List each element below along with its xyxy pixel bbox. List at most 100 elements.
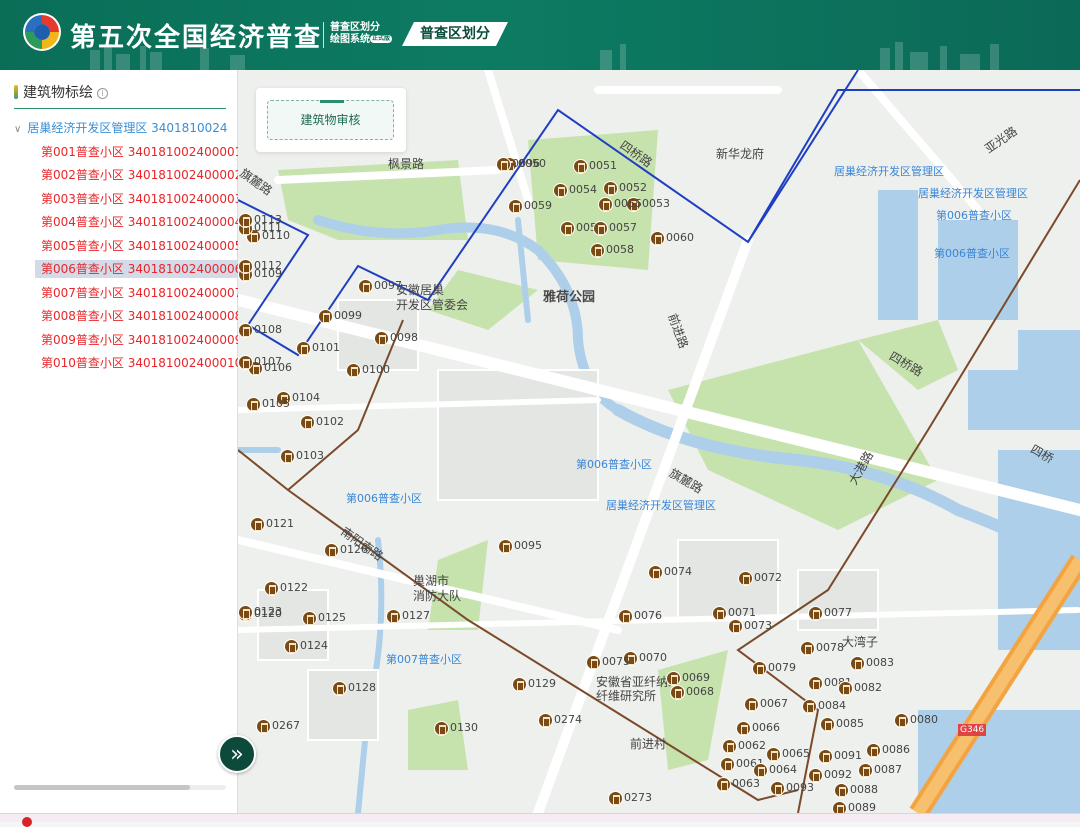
chevron-down-icon[interactable]: ∨ <box>14 124 21 135</box>
building-icon <box>820 716 835 732</box>
building-marker-0105[interactable]: 0105 <box>246 396 290 412</box>
building-id-label: 0077 <box>824 606 852 619</box>
place-label-fire-brigade-2: 消防大队 <box>413 589 462 603</box>
tree-item-007[interactable]: 第007普查小区 340181002400007 <box>41 284 242 302</box>
building-marker-0057[interactable]: 0057 <box>593 220 637 236</box>
building-marker-0072[interactable]: 0072 <box>738 570 782 586</box>
building-id-label: 0274 <box>554 713 582 726</box>
building-marker-0063[interactable]: 0063 <box>716 776 760 792</box>
building-marker-0077[interactable]: 0077 <box>808 605 852 621</box>
building-marker-0082[interactable]: 0082 <box>838 680 882 696</box>
building-marker-0089[interactable]: 0089 <box>832 800 876 813</box>
building-marker-0052[interactable]: 0052 <box>603 180 647 196</box>
building-audit-button[interactable]: 建筑物审核 <box>267 100 394 140</box>
building-marker-0129[interactable]: 0129 <box>512 676 556 692</box>
app-title: 第五次全国经济普查 <box>70 23 323 53</box>
building-marker-0055[interactable]: 0055 <box>598 196 642 212</box>
building-marker-0127[interactable]: 0127 <box>386 608 430 624</box>
tree-item-003[interactable]: 第003普查小区 340181002400003 <box>41 190 242 208</box>
building-marker-0107[interactable]: 0107 <box>238 354 282 370</box>
building-marker-0062[interactable]: 0062 <box>722 738 766 754</box>
building-icon <box>728 618 743 634</box>
building-marker-0079[interactable]: 0079 <box>752 660 796 676</box>
building-id-label: 0099 <box>334 309 362 322</box>
building-marker-0069[interactable]: 0069 <box>666 670 710 686</box>
building-marker-0101[interactable]: 0101 <box>296 340 340 356</box>
building-marker-0097[interactable]: 0097 <box>358 278 402 294</box>
tree-item-009[interactable]: 第009普查小区 340181002400009 <box>41 331 242 349</box>
building-marker-0080[interactable]: 0080 <box>894 712 938 728</box>
tree-root-node[interactable]: ∨ 居巢经济开发区管理区 340181002400 <box>14 119 228 136</box>
building-marker-0087[interactable]: 0087 <box>858 762 902 778</box>
building-marker-0122[interactable]: 0122 <box>264 580 308 596</box>
tree-item-001[interactable]: 第001普查小区 340181002400001 <box>41 143 242 161</box>
building-marker-0124[interactable]: 0124 <box>284 638 328 654</box>
building-marker-0274[interactable]: 0274 <box>538 712 582 728</box>
building-marker-0102[interactable]: 0102 <box>300 414 344 430</box>
building-marker-0059[interactable]: 0059 <box>508 198 552 214</box>
building-marker-0066[interactable]: 0066 <box>736 720 780 736</box>
subtitle-line1: 普查区划分 <box>330 22 380 33</box>
app-header: 第五次全国经济普查 普查区划分 绘图系统 正式版 普查区划分 <box>0 0 1080 70</box>
building-marker-0096[interactable]: 0096 <box>496 156 540 172</box>
building-id-label: 0107 <box>254 355 282 368</box>
building-id-label: 0051 <box>589 159 617 172</box>
building-id-label: 0083 <box>866 656 894 669</box>
building-marker-0100[interactable]: 0100 <box>346 362 390 378</box>
building-marker-0091[interactable]: 0091 <box>818 748 862 764</box>
tree-item-010[interactable]: 第010普查小区 340181002400010 <box>41 354 242 372</box>
building-icon <box>296 340 311 356</box>
building-marker-0086[interactable]: 0086 <box>866 742 910 758</box>
building-marker-0084[interactable]: 0084 <box>802 698 846 714</box>
building-marker-0065[interactable]: 0065 <box>766 746 810 762</box>
tree-item-005[interactable]: 第005普查小区 340181002400005 <box>41 237 242 255</box>
building-marker-0085[interactable]: 0085 <box>820 716 864 732</box>
tree-item-006-selected[interactable]: 第006普查小区 340181002400006 <box>35 260 247 278</box>
building-marker-0128[interactable]: 0128 <box>332 680 376 696</box>
building-marker-0123[interactable]: 0123 <box>238 604 282 620</box>
building-marker-0054[interactable]: 0054 <box>553 182 597 198</box>
building-marker-0121[interactable]: 0121 <box>250 516 294 532</box>
building-marker-0076[interactable]: 0076 <box>618 608 662 624</box>
building-marker-0078[interactable]: 0078 <box>800 640 844 656</box>
building-marker-0267[interactable]: 0267 <box>256 718 300 734</box>
building-icon <box>720 756 735 772</box>
building-marker-0108[interactable]: 0108 <box>238 322 282 338</box>
building-marker-0099[interactable]: 0099 <box>318 308 362 324</box>
building-marker-0060[interactable]: 0060 <box>650 230 694 246</box>
building-marker-0092[interactable]: 0092 <box>808 767 852 783</box>
tab-census-division[interactable]: 普查区划分 <box>402 22 508 46</box>
building-marker-0051[interactable]: 0051 <box>573 158 617 174</box>
building-icon <box>374 330 389 346</box>
building-marker-0088[interactable]: 0088 <box>834 782 878 798</box>
building-marker-0103[interactable]: 0103 <box>280 448 324 464</box>
building-marker-0130[interactable]: 0130 <box>434 720 478 736</box>
building-marker-0068[interactable]: 0068 <box>670 684 714 700</box>
building-marker-0113[interactable]: 0113 <box>238 212 282 228</box>
building-marker-0098[interactable]: 0098 <box>374 330 418 346</box>
audit-panel: 建筑物审核 <box>256 88 406 152</box>
building-marker-0083[interactable]: 0083 <box>850 655 894 671</box>
building-marker-0095[interactable]: 0095 <box>498 538 542 554</box>
building-marker-0073[interactable]: 0073 <box>728 618 772 634</box>
tree-item-004[interactable]: 第004普查小区 340181002400004 <box>41 213 242 231</box>
building-marker-0075[interactable]: 0075 <box>586 654 630 670</box>
scrollbar-thumb[interactable] <box>14 785 190 790</box>
building-marker-0093[interactable]: 0093 <box>770 780 814 796</box>
building-marker-0112[interactable]: 0112 <box>238 258 282 274</box>
map-canvas[interactable]: 枫景路 四桥路 新华龙府 亚光路 雅荷公园 安徽居巢 开发区管委会 前进路 四桥… <box>238 70 1080 813</box>
building-id-label: 0096 <box>512 157 540 170</box>
building-marker-0074[interactable]: 0074 <box>648 564 692 580</box>
building-marker-0058[interactable]: 0058 <box>590 242 634 258</box>
info-icon[interactable]: i <box>97 88 108 99</box>
building-marker-0067[interactable]: 0067 <box>744 696 788 712</box>
building-marker-0064[interactable]: 0064 <box>753 762 797 778</box>
map-base-layer <box>238 70 1080 813</box>
building-marker-0126[interactable]: 0126 <box>324 542 368 558</box>
tree-item-008[interactable]: 第008普查小区 340181002400008 <box>41 307 242 325</box>
horizontal-scrollbar[interactable] <box>14 785 226 790</box>
expand-panel-button[interactable]: » <box>218 735 256 773</box>
tree-item-002[interactable]: 第002普查小区 340181002400002 <box>41 166 242 184</box>
building-marker-0125[interactable]: 0125 <box>302 610 346 626</box>
building-marker-0273[interactable]: 0273 <box>608 790 652 806</box>
